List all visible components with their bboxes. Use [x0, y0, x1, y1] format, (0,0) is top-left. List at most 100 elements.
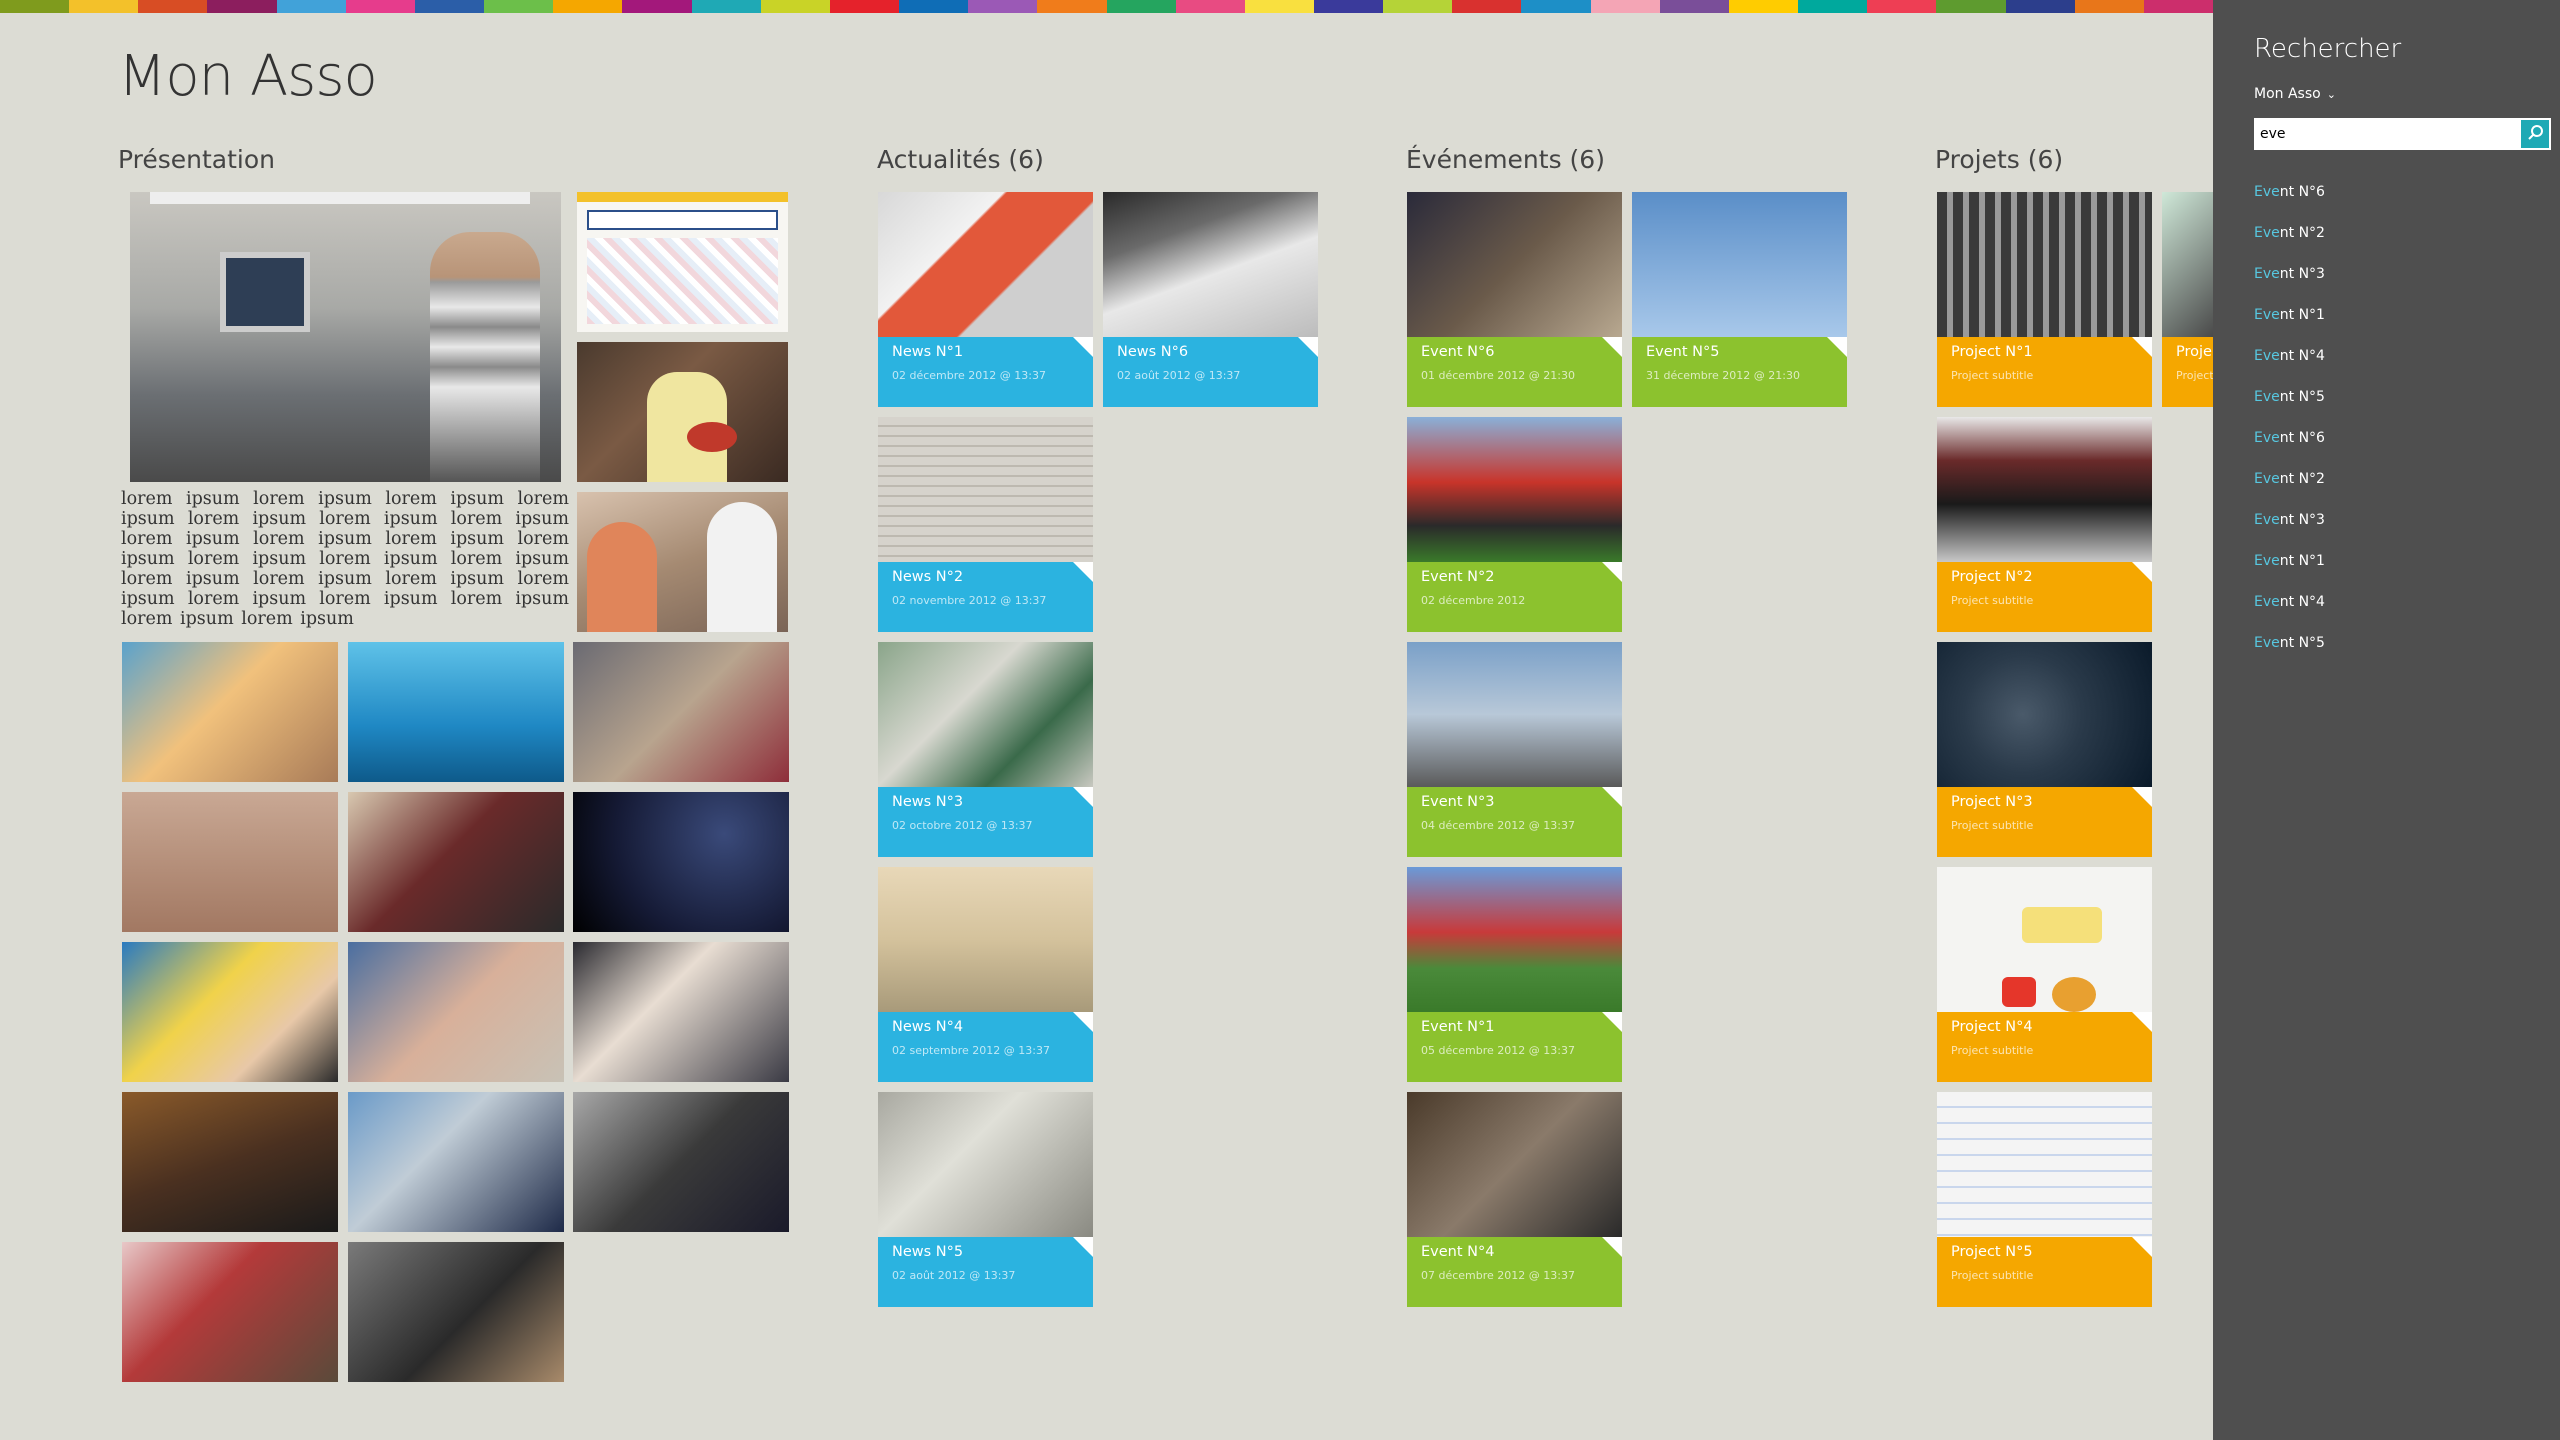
photo-swimmers[interactable] [348, 642, 564, 782]
search-suggestion[interactable]: Event N°5 [2254, 389, 2325, 405]
project-tile[interactable]: Project N°3 Project subtitle [1937, 642, 2152, 857]
suggestion-match: Eve [2254, 635, 2280, 651]
search-suggestion[interactable]: Event N°4 [2254, 594, 2325, 610]
event-tile[interactable]: Event N°3 04 décembre 2012 @ 13:37 [1407, 642, 1622, 857]
photo-group-smiling[interactable] [348, 792, 564, 932]
tile-title: News N°3 [892, 794, 964, 810]
suggestion-match: Eve [2254, 307, 2280, 323]
search-suggestion[interactable]: Event N°5 [2254, 635, 2325, 651]
photo-computer-lab[interactable] [348, 1242, 564, 1382]
photo-friends[interactable] [573, 942, 789, 1082]
event-tile[interactable]: Event N°2 02 décembre 2012 [1407, 417, 1622, 632]
news-tile[interactable]: News N°2 02 novembre 2012 @ 13:37 [878, 417, 1093, 632]
stripe-segment [0, 0, 70, 13]
tile-title: Event N°2 [1421, 569, 1495, 585]
stripe-segment [1106, 0, 1176, 13]
photo-laptop[interactable] [122, 1092, 338, 1232]
tile-subtitle: 02 octobre 2012 @ 13:37 [892, 819, 1033, 832]
search-scope-dropdown[interactable]: Mon Asso ⌄ [2254, 86, 2336, 102]
tile-title: News N°4 [892, 1019, 964, 1035]
stripe-segment [1521, 0, 1591, 13]
suggestion-match: Eve [2254, 512, 2280, 528]
photo-floor-exercise[interactable] [122, 792, 338, 932]
section-title-projects[interactable]: Projets (6) [1935, 145, 2063, 174]
suggestion-rest: nt N°1 [2279, 307, 2325, 323]
stripe-segment [1383, 0, 1453, 13]
presentation-photo-banner[interactable] [577, 192, 788, 332]
search-input[interactable] [2254, 118, 2519, 150]
photo-costume[interactable] [122, 942, 338, 1082]
stripe-segment [968, 0, 1038, 13]
tile-subtitle: Project subtitle [1951, 1044, 2034, 1057]
event-tile[interactable]: Event N°4 07 décembre 2012 @ 13:37 [1407, 1092, 1622, 1307]
stripe-segment [207, 0, 277, 13]
stripe-segment [2143, 0, 2213, 13]
search-button[interactable] [2519, 118, 2551, 150]
tile-subtitle: 04 décembre 2012 @ 13:37 [1421, 819, 1575, 832]
stripe-segment [345, 0, 415, 13]
photo-radio-host[interactable] [573, 642, 789, 782]
suggestion-match: Eve [2254, 471, 2280, 487]
project-tile[interactable]: Proje Project [2162, 192, 2213, 407]
news-tile[interactable]: News N°5 02 août 2012 @ 13:37 [878, 1092, 1093, 1307]
event-tile[interactable]: Event N°5 31 décembre 2012 @ 21:30 [1632, 192, 1847, 407]
project-tile[interactable]: Project N°4 Project subtitle [1937, 867, 2152, 1082]
section-title-news[interactable]: Actualités (6) [877, 145, 1044, 174]
tile-title: Event N°4 [1421, 1244, 1495, 1260]
project-tile[interactable]: Project N°1 Project subtitle [1937, 192, 2152, 407]
presentation-photo-main[interactable] [130, 192, 561, 482]
event-tile[interactable]: Event N°6 01 décembre 2012 @ 21:30 [1407, 192, 1622, 407]
suggestion-rest: nt N°2 [2279, 471, 2325, 487]
photo-office[interactable] [573, 1092, 789, 1232]
photo-girl-headphones[interactable] [122, 642, 338, 782]
presentation-photo-table[interactable] [577, 342, 788, 482]
presentation-photo-workshop[interactable] [577, 492, 788, 632]
photo-students-desk[interactable] [122, 1242, 338, 1382]
search-suggestion[interactable]: Event N°4 [2254, 348, 2325, 364]
suggestion-rest: nt N°5 [2279, 389, 2325, 405]
photo-makeup[interactable] [573, 792, 789, 932]
stripe-segment [484, 0, 554, 13]
photo-presenter[interactable] [348, 942, 564, 1082]
search-pane: Rechercher Mon Asso⌄ Event N°6Event N°2E… [2213, 0, 2560, 1440]
suggestion-match: Eve [2254, 553, 2280, 569]
search-suggestion[interactable]: Event N°3 [2254, 512, 2325, 528]
search-suggestion[interactable]: Event N°6 [2254, 430, 2325, 446]
photo-fire-hose[interactable] [348, 1092, 564, 1232]
news-tile[interactable]: News N°3 02 octobre 2012 @ 13:37 [878, 642, 1093, 857]
news-tile[interactable]: News N°6 02 août 2012 @ 13:37 [1103, 192, 1318, 407]
project-tile[interactable]: Project N°5 Project subtitle [1937, 1092, 2152, 1307]
search-suggestion[interactable]: Event N°1 [2254, 553, 2325, 569]
search-icon [2528, 125, 2543, 140]
tile-title: News N°6 [1117, 344, 1189, 360]
tile-title: News N°1 [892, 344, 964, 360]
tile-title: Project N°3 [1951, 794, 2033, 810]
stripe-segment [1867, 0, 1937, 13]
section-title-events[interactable]: Événements (6) [1406, 145, 1605, 174]
tile-subtitle: 02 août 2012 @ 13:37 [1117, 369, 1241, 382]
search-suggestion[interactable]: Event N°3 [2254, 266, 2325, 282]
tile-subtitle: Project subtitle [1951, 594, 2034, 607]
search-scope-label: Mon Asso [2254, 86, 2321, 102]
suggestion-rest: nt N°5 [2279, 635, 2325, 651]
stripe-segment [553, 0, 623, 13]
project-tile[interactable]: Project N°2 Project subtitle [1937, 417, 2152, 632]
stripe-segment [760, 0, 830, 13]
colour-stripe [0, 0, 2213, 13]
tile-subtitle: 02 novembre 2012 @ 13:37 [892, 594, 1047, 607]
search-suggestion[interactable]: Event N°1 [2254, 307, 2325, 323]
news-tile[interactable]: News N°4 02 septembre 2012 @ 13:37 [878, 867, 1093, 1082]
tile-title: Proje [2176, 344, 2212, 360]
stripe-segment [2074, 0, 2144, 13]
section-title-presentation[interactable]: Présentation [118, 145, 275, 174]
suggestion-rest: nt N°4 [2279, 594, 2325, 610]
suggestion-match: Eve [2254, 184, 2280, 200]
stripe-segment [829, 0, 900, 13]
event-tile[interactable]: Event N°1 05 décembre 2012 @ 13:37 [1407, 867, 1622, 1082]
search-suggestion[interactable]: Event N°2 [2254, 471, 2325, 487]
news-tile[interactable]: News N°1 02 décembre 2012 @ 13:37 [878, 192, 1093, 407]
tile-subtitle: Project [2176, 369, 2213, 382]
stripe-segment [691, 0, 761, 13]
search-suggestion[interactable]: Event N°6 [2254, 184, 2325, 200]
search-suggestion[interactable]: Event N°2 [2254, 225, 2325, 241]
